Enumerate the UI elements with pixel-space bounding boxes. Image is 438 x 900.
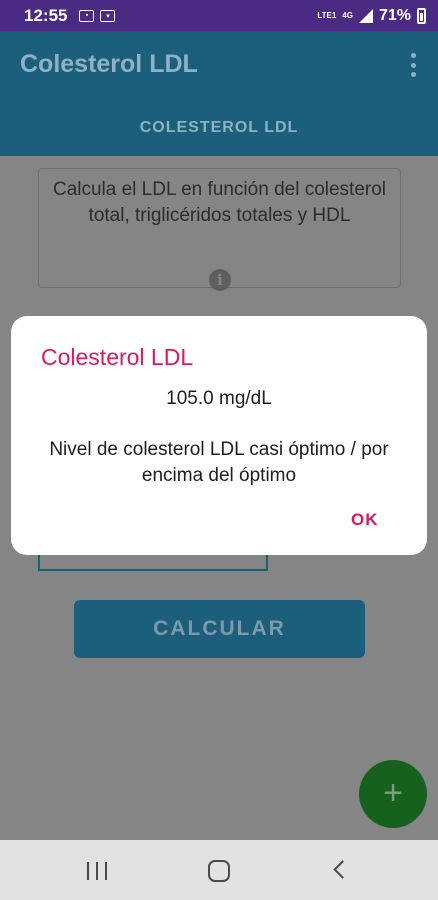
- navigation-bar: [0, 840, 438, 900]
- notification-icon: ▪: [79, 9, 95, 22]
- description-text: Calcula el LDL en función del colesterol…: [52, 179, 387, 226]
- network-label: 4G: [342, 10, 353, 20]
- add-icon[interactable]: +: [359, 760, 427, 828]
- dialog-title: Colesterol LDL: [41, 344, 194, 370]
- ok-button[interactable]: OK: [351, 510, 379, 530]
- signal-icon: [358, 8, 373, 23]
- status-bar: 12:55 ▪ ▾ LTE1 4G 71%: [0, 0, 438, 31]
- home-icon[interactable]: [208, 860, 230, 882]
- calculate-button[interactable]: CALCULAR: [74, 600, 365, 658]
- tab-colesterol-ldl[interactable]: COLESTEROL LDL: [0, 119, 438, 137]
- back-icon[interactable]: [333, 860, 352, 879]
- battery-percent: 71%: [378, 6, 411, 24]
- description-card: Calcula el LDL en función del colesterol…: [38, 168, 401, 291]
- recents-icon[interactable]: [87, 862, 107, 880]
- result-dialog: Colesterol LDL 105.0 mg/dL Nivel de cole…: [11, 316, 427, 555]
- info-icon[interactable]: i: [209, 269, 231, 291]
- gallery-icon: ▾: [100, 9, 116, 22]
- notification-icons: ▪ ▾: [79, 9, 116, 22]
- app-title: Colesterol LDL: [20, 50, 198, 78]
- lte-label: LTE1: [317, 10, 337, 20]
- result-message: Nivel de colesterol LDL casi óptimo / po…: [49, 439, 389, 486]
- result-value: 105.0 mg/dL: [166, 388, 272, 409]
- status-time: 12:55: [24, 5, 68, 25]
- status-right: LTE1 4G 71%: [317, 7, 426, 25]
- app-bar: Colesterol LDL COLESTEROL LDL: [0, 31, 438, 156]
- battery-icon: [417, 7, 426, 24]
- more-vert-icon[interactable]: [410, 53, 416, 77]
